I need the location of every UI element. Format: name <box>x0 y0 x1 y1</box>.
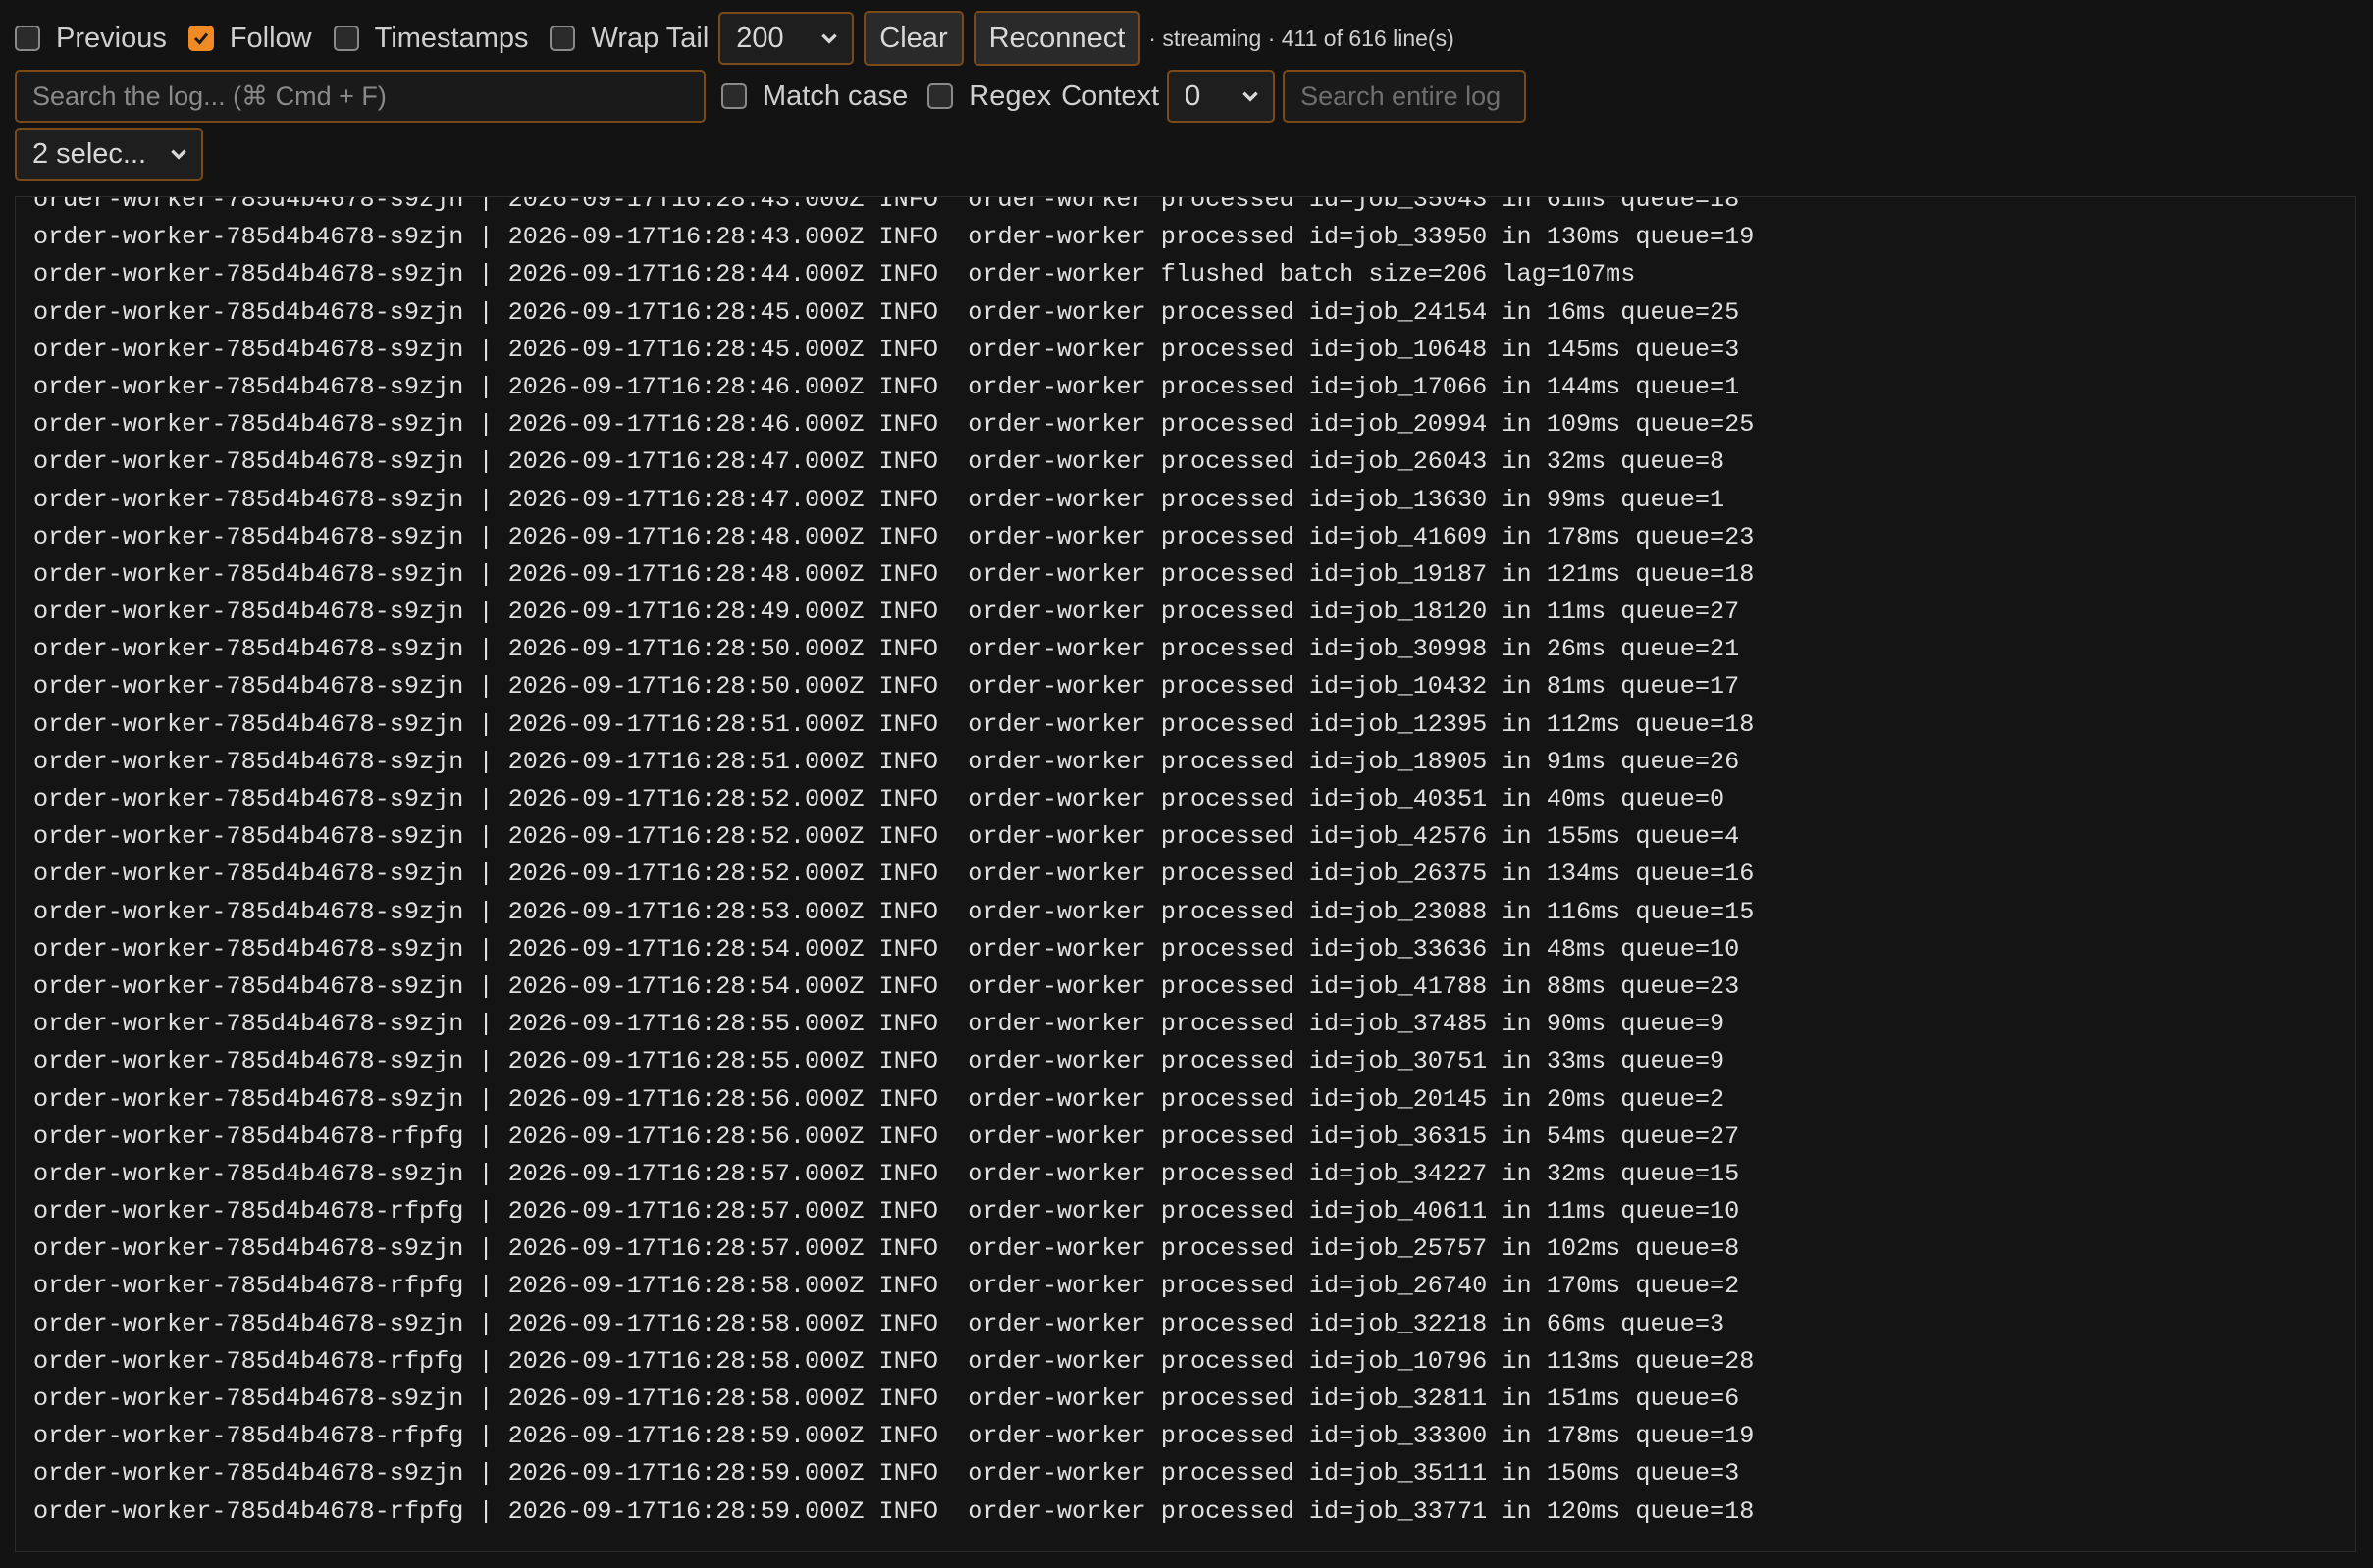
log-line: order-worker-785d4b4678-s9zjn | 2026-09-… <box>33 196 1740 214</box>
timestamps-label: Timestamps <box>374 22 529 54</box>
log-search-input[interactable]: Search the log... (⌘ Cmd + F) <box>15 70 706 123</box>
match-case-checkbox[interactable] <box>721 83 747 109</box>
regex-label: Regex <box>969 79 1052 112</box>
log-line: order-worker-785d4b4678-rfpfg | 2026-09-… <box>33 1122 1740 1151</box>
log-viewer[interactable]: order-worker-785d4b4678-s9zjn | 2026-09-… <box>15 196 2356 1552</box>
log-line: order-worker-785d4b4678-s9zjn | 2026-09-… <box>33 1385 1740 1413</box>
chevron-down-icon <box>171 149 186 160</box>
chevron-down-icon <box>1242 91 1258 102</box>
check-icon <box>193 32 208 45</box>
log-line: order-worker-785d4b4678-s9zjn | 2026-09-… <box>33 559 1755 589</box>
container-select[interactable]: 2 selec... <box>15 128 203 181</box>
previous-label: Previous <box>56 22 167 54</box>
log-toolbar: Previous Follow Timestamps Wrap Tail 200… <box>15 10 1454 67</box>
log-line: order-worker-785d4b4678-s9zjn | 2026-09-… <box>33 1309 1725 1338</box>
tail-lines-select[interactable]: 200 <box>718 12 855 65</box>
stream-status: · streaming · 411 of 616 line(s) <box>1148 25 1454 51</box>
chevron-down-icon <box>821 33 838 44</box>
tail-lines-value: 200 <box>736 22 784 54</box>
log-line: order-worker-785d4b4678-s9zjn | 2026-09-… <box>33 1047 1725 1076</box>
log-line: order-worker-785d4b4678-s9zjn | 2026-09-… <box>33 335 1740 364</box>
log-line: order-worker-785d4b4678-s9zjn | 2026-09-… <box>33 1084 1725 1114</box>
log-line: order-worker-785d4b4678-s9zjn | 2026-09-… <box>33 1159 1740 1188</box>
log-line: order-worker-785d4b4678-s9zjn | 2026-09-… <box>33 223 1755 252</box>
log-line: order-worker-785d4b4678-s9zjn | 2026-09-… <box>33 822 1740 852</box>
follow-label: Follow <box>229 22 312 54</box>
container-toolbar: 2 selec... <box>15 126 203 183</box>
log-line: order-worker-785d4b4678-rfpfg | 2026-09-… <box>33 1496 1755 1526</box>
timestamps-checkbox[interactable] <box>333 26 359 51</box>
context-label: Context <box>1061 79 1160 112</box>
context-value: 0 <box>1185 79 1201 112</box>
log-line: order-worker-785d4b4678-s9zjn | 2026-09-… <box>33 297 1740 327</box>
log-line: order-worker-785d4b4678-rfpfg | 2026-09-… <box>33 1422 1755 1451</box>
log-line: order-worker-785d4b4678-s9zjn | 2026-09-… <box>33 934 1740 964</box>
log-line: order-worker-785d4b4678-s9zjn | 2026-09-… <box>33 410 1755 440</box>
log-line: order-worker-785d4b4678-s9zjn | 2026-09-… <box>33 672 1740 702</box>
search-entire-log-input[interactable]: Search entire log <box>1283 70 1527 123</box>
regex-checkbox[interactable] <box>927 83 954 109</box>
log-line: order-worker-785d4b4678-s9zjn | 2026-09-… <box>33 860 1755 889</box>
match-case-label: Match case <box>763 79 909 112</box>
log-line: order-worker-785d4b4678-rfpfg | 2026-09-… <box>33 1197 1740 1227</box>
log-line: order-worker-785d4b4678-s9zjn | 2026-09-… <box>33 897 1755 926</box>
log-line: order-worker-785d4b4678-rfpfg | 2026-09-… <box>33 1272 1740 1301</box>
log-line: order-worker-785d4b4678-rfpfg | 2026-09-… <box>33 1346 1755 1376</box>
log-line: order-worker-785d4b4678-s9zjn | 2026-09-… <box>33 372 1740 401</box>
log-line: order-worker-785d4b4678-s9zjn | 2026-09-… <box>33 1459 1740 1489</box>
log-line: order-worker-785d4b4678-s9zjn | 2026-09-… <box>33 522 1755 551</box>
context-select[interactable]: 0 <box>1167 70 1276 123</box>
clear-button[interactable]: Clear <box>864 11 964 66</box>
log-line: order-worker-785d4b4678-s9zjn | 2026-09-… <box>33 485 1725 514</box>
log-line: order-worker-785d4b4678-s9zjn | 2026-09-… <box>33 635 1740 664</box>
log-line: order-worker-785d4b4678-s9zjn | 2026-09-… <box>33 785 1725 813</box>
previous-checkbox[interactable] <box>15 26 40 51</box>
wrap-tail-checkbox[interactable] <box>550 26 576 51</box>
log-line: order-worker-785d4b4678-s9zjn | 2026-09-… <box>33 447 1725 477</box>
log-line: order-worker-785d4b4678-s9zjn | 2026-09-… <box>33 260 1636 289</box>
reconnect-button[interactable]: Reconnect <box>973 11 1141 66</box>
wrap-tail-label: Wrap Tail <box>591 22 710 54</box>
log-line: order-worker-785d4b4678-s9zjn | 2026-09-… <box>33 747 1740 776</box>
log-line: order-worker-785d4b4678-s9zjn | 2026-09-… <box>33 1010 1725 1039</box>
log-lines: order-worker-785d4b4678-s9zjn | 2026-09-… <box>33 196 1755 1531</box>
log-line: order-worker-785d4b4678-s9zjn | 2026-09-… <box>33 971 1740 1001</box>
follow-checkbox[interactable] <box>187 26 214 51</box>
log-line: order-worker-785d4b4678-s9zjn | 2026-09-… <box>33 598 1740 627</box>
search-toolbar: Search the log... (⌘ Cmd + F) Match case… <box>15 68 1527 125</box>
log-line: order-worker-785d4b4678-s9zjn | 2026-09-… <box>33 1234 1740 1264</box>
container-select-value: 2 selec... <box>32 137 147 170</box>
log-line: order-worker-785d4b4678-s9zjn | 2026-09-… <box>33 709 1755 739</box>
